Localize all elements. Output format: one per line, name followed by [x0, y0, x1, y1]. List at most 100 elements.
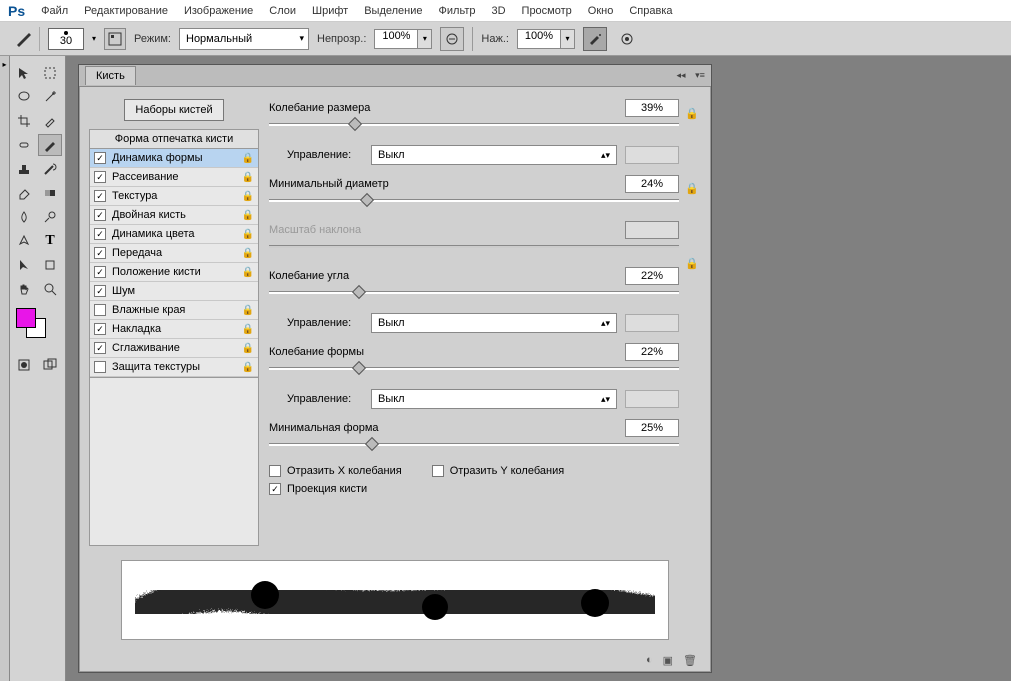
lock-icon[interactable]: 🔒 [685, 257, 699, 270]
option-checkbox[interactable]: ✓ [94, 266, 106, 278]
new-preset-icon[interactable]: ▣ [663, 654, 673, 667]
round-jitter-value[interactable]: 22% [625, 343, 679, 361]
option-checkbox[interactable] [94, 304, 106, 316]
angle-jitter-slider[interactable] [269, 287, 679, 303]
shape-tool[interactable] [38, 254, 62, 276]
lasso-tool[interactable] [12, 86, 36, 108]
flip-x-checkbox[interactable] [269, 465, 281, 477]
pressure-opacity-icon[interactable] [440, 27, 464, 51]
brush-tip-shape-header[interactable]: Форма отпечатка кисти [89, 129, 259, 149]
lock-icon[interactable]: 🔒 [242, 210, 254, 221]
trash-icon[interactable]: 🗑 [683, 654, 697, 667]
history-brush-tool[interactable] [38, 158, 62, 180]
flow-input[interactable]: 100% [517, 29, 561, 49]
opacity-dropdown[interactable]: ▾ [418, 29, 432, 49]
option-checkbox[interactable]: ✓ [94, 323, 106, 335]
type-tool[interactable]: T [38, 230, 62, 252]
option-checkbox[interactable]: ✓ [94, 285, 106, 297]
option-checkbox[interactable] [94, 361, 106, 373]
panel-collapse-icon[interactable]: ◂◂ [673, 69, 689, 83]
stamp-tool[interactable] [12, 158, 36, 180]
lock-icon[interactable]: 🔒 [242, 191, 254, 202]
option-checkbox[interactable]: ✓ [94, 247, 106, 259]
option-checkbox[interactable]: ✓ [94, 228, 106, 240]
panel-tab-brush[interactable]: Кисть [85, 66, 136, 85]
marquee-tool[interactable] [38, 62, 62, 84]
min-roundness-value[interactable]: 25% [625, 419, 679, 437]
wand-tool[interactable] [38, 86, 62, 108]
pen-tool[interactable] [12, 230, 36, 252]
menu-layers[interactable]: Слои [269, 5, 296, 17]
min-diameter-slider[interactable] [269, 195, 679, 211]
menu-view[interactable]: Просмотр [522, 5, 572, 17]
zoom-tool[interactable] [38, 278, 62, 300]
option-checkbox[interactable]: ✓ [94, 342, 106, 354]
color-swatches[interactable] [12, 308, 63, 344]
opacity-input[interactable]: 100% [374, 29, 418, 49]
brush-option-1[interactable]: ✓Рассеивание🔒 [90, 168, 258, 187]
brush-option-5[interactable]: ✓Передача🔒 [90, 244, 258, 263]
gradient-tool[interactable] [38, 182, 62, 204]
lock-icon[interactable]: 🔒 [242, 305, 254, 316]
round-jitter-slider[interactable] [269, 363, 679, 379]
min-diameter-value[interactable]: 24% [625, 175, 679, 193]
hand-tool[interactable] [12, 278, 36, 300]
quickmask-toggle[interactable] [12, 354, 36, 376]
brush-option-6[interactable]: ✓Положение кисти🔒 [90, 263, 258, 282]
lock-icon[interactable]: 🔒 [242, 172, 254, 183]
tool-strip-collapse[interactable]: ▸ [0, 56, 10, 681]
size-jitter-value[interactable]: 39% [625, 99, 679, 117]
menu-filter[interactable]: Фильтр [439, 5, 476, 17]
pressure-size-icon[interactable] [615, 27, 639, 51]
min-roundness-slider[interactable] [269, 439, 679, 455]
healing-tool[interactable] [12, 134, 36, 156]
move-tool[interactable] [12, 62, 36, 84]
option-checkbox[interactable]: ✓ [94, 171, 106, 183]
brush-projection-checkbox[interactable]: ✓ [269, 483, 281, 495]
menu-type[interactable]: Шрифт [312, 5, 348, 17]
brush-option-11[interactable]: Защита текстуры🔒 [90, 358, 258, 377]
airbrush-toggle[interactable] [583, 27, 607, 51]
control1-select[interactable]: Выкл▴▾ [371, 145, 617, 165]
menu-help[interactable]: Справка [629, 5, 672, 17]
brush-presets-button[interactable]: Наборы кистей [124, 99, 223, 121]
lock-icon[interactable]: 🔒 [242, 343, 254, 354]
brush-option-3[interactable]: ✓Двойная кисть🔒 [90, 206, 258, 225]
path-select-tool[interactable] [12, 254, 36, 276]
current-tool-icon[interactable] [10, 27, 40, 51]
lock-icon[interactable]: 🔒 [685, 107, 699, 120]
menu-file[interactable]: Файл [41, 5, 68, 17]
option-checkbox[interactable]: ✓ [94, 190, 106, 202]
brush-preset-picker[interactable]: 30 [48, 28, 84, 50]
lock-icon[interactable]: 🔒 [242, 153, 254, 164]
brush-dropdown-icon[interactable]: ▾ [92, 34, 96, 43]
flow-dropdown[interactable]: ▾ [561, 29, 575, 49]
screenmode-toggle[interactable] [38, 354, 62, 376]
lock-icon[interactable]: 🔒 [242, 324, 254, 335]
brush-option-9[interactable]: ✓Накладка🔒 [90, 320, 258, 339]
brush-option-7[interactable]: ✓Шум [90, 282, 258, 301]
lock-icon[interactable]: 🔒 [242, 248, 254, 259]
eyedropper-tool[interactable] [38, 110, 62, 132]
menu-window[interactable]: Окно [588, 5, 614, 17]
option-checkbox[interactable]: ✓ [94, 152, 106, 164]
brush-panel-toggle[interactable] [104, 28, 126, 50]
menu-edit[interactable]: Редактирование [84, 5, 168, 17]
dodge-tool[interactable] [38, 206, 62, 228]
panel-menu-icon[interactable]: ▾≡ [692, 69, 708, 83]
lock-icon[interactable]: 🔒 [685, 182, 699, 195]
control3-select[interactable]: Выкл▴▾ [371, 389, 617, 409]
brush-option-8[interactable]: Влажные края🔒 [90, 301, 258, 320]
size-jitter-slider[interactable] [269, 119, 679, 135]
toggle-preview-icon[interactable]: ◐ [646, 654, 653, 666]
lock-icon[interactable]: 🔒 [242, 362, 254, 373]
foreground-color[interactable] [16, 308, 36, 328]
brush-option-0[interactable]: ✓Динамика формы🔒 [90, 149, 258, 168]
blend-mode-select[interactable]: Нормальный [179, 28, 309, 50]
brush-option-2[interactable]: ✓Текстура🔒 [90, 187, 258, 206]
lock-icon[interactable]: 🔒 [242, 267, 254, 278]
brush-option-10[interactable]: ✓Сглаживание🔒 [90, 339, 258, 358]
menu-3d[interactable]: 3D [491, 5, 505, 17]
option-checkbox[interactable]: ✓ [94, 209, 106, 221]
brush-tool[interactable] [38, 134, 62, 156]
